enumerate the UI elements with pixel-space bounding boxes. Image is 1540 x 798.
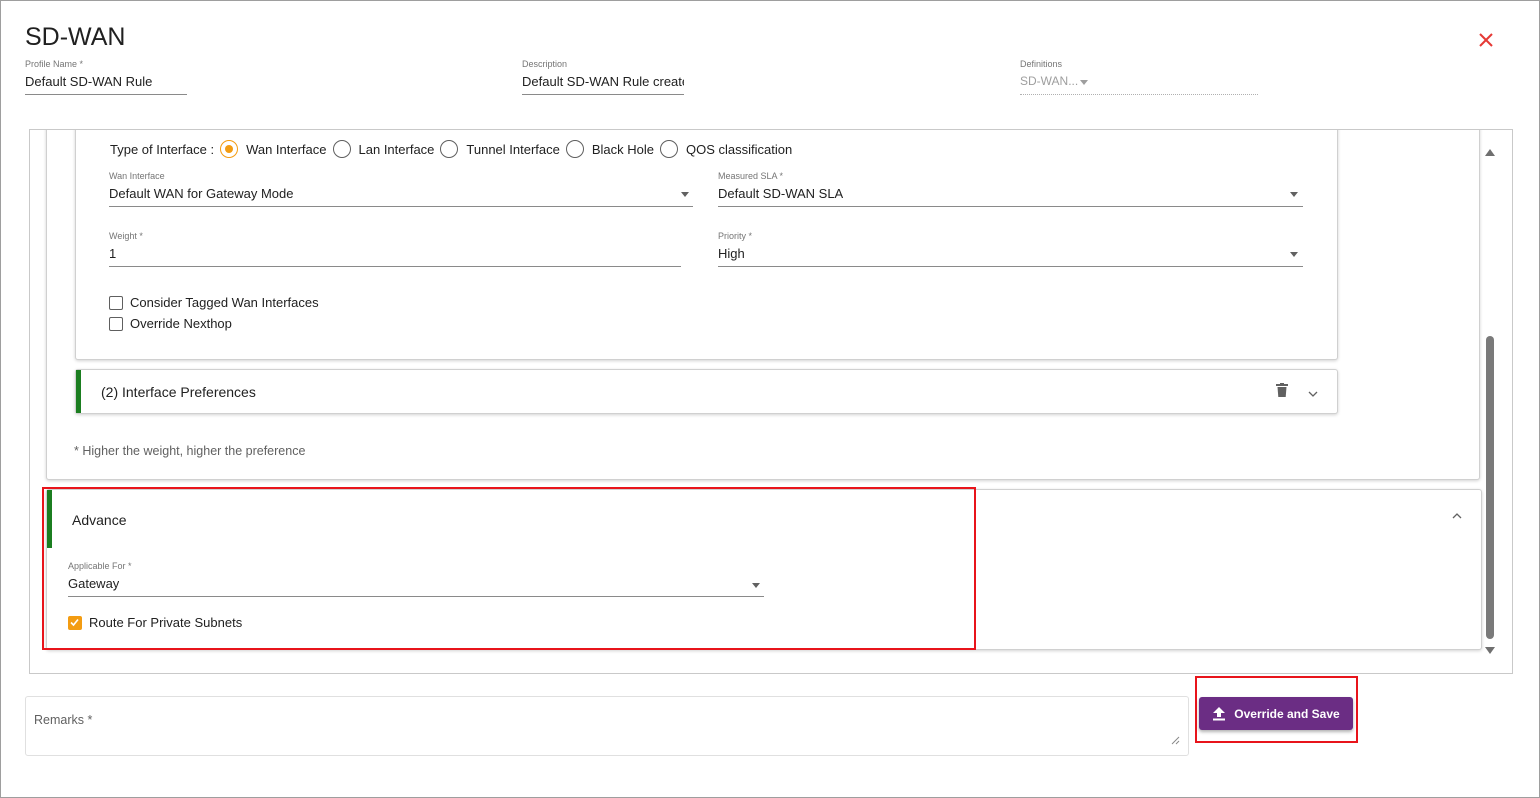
- profile-name-label: Profile Name *: [25, 59, 84, 69]
- interface-preferences-section: Type of Interface : Wan Interface Lan In…: [46, 130, 1480, 480]
- sdwan-dialog: SD-WAN Profile Name * Default SD-WAN Rul…: [0, 0, 1540, 798]
- override-nexthop-label: Override Nexthop: [130, 316, 232, 331]
- route-private-subnets-checkbox[interactable]: [68, 616, 82, 630]
- override-and-save-button[interactable]: Override and Save: [1199, 697, 1353, 730]
- weight-underline: [109, 266, 681, 267]
- consider-tagged-checkbox[interactable]: [109, 296, 123, 310]
- definitions-label: Definitions: [1020, 59, 1063, 69]
- radio-black-hole[interactable]: Black Hole: [565, 140, 655, 158]
- priority-label: Priority *: [718, 231, 753, 241]
- definitions-underline: [1020, 94, 1258, 95]
- priority-underline: [718, 266, 1303, 267]
- wan-interface-label: Wan Interface: [109, 171, 165, 181]
- radio-black-hole-label: Black Hole: [591, 141, 655, 157]
- remarks-label: Remarks *: [34, 713, 93, 727]
- remarks-textarea[interactable]: Remarks *: [25, 696, 1189, 756]
- section-indicator: [47, 490, 52, 548]
- scroll-down-arrow-icon[interactable]: [1485, 647, 1495, 654]
- trash-icon[interactable]: [1276, 383, 1288, 397]
- radio-wan-interface-label: Wan Interface: [246, 141, 327, 157]
- radio-unchecked-icon: [660, 140, 679, 158]
- rule-scroll-panel[interactable]: Type of Interface : Wan Interface Lan In…: [29, 129, 1513, 674]
- interface-preference-2-card[interactable]: (2) Interface Preferences: [75, 369, 1338, 414]
- weight-input[interactable]: 1: [109, 246, 116, 261]
- measured-sla-select[interactable]: Default SD-WAN SLA: [718, 186, 843, 201]
- applicable-for-label: Applicable For *: [68, 561, 132, 571]
- weight-label: Weight *: [109, 231, 143, 241]
- scrollbar-thumb[interactable]: [1486, 336, 1494, 639]
- override-nexthop-checkbox[interactable]: [109, 317, 123, 331]
- radio-checked-icon: [220, 140, 239, 158]
- route-private-subnets-label: Route For Private Subnets: [89, 615, 243, 630]
- interface-preference-1-card: Type of Interface : Wan Interface Lan In…: [75, 130, 1338, 360]
- radio-lan-interface-label: Lan Interface: [358, 141, 435, 157]
- radio-wan-interface[interactable]: Wan Interface: [220, 140, 327, 158]
- radio-unchecked-icon: [565, 140, 584, 158]
- profile-name-input[interactable]: Default SD-WAN Rule: [25, 74, 185, 89]
- scroll-up-arrow-icon[interactable]: [1485, 149, 1495, 156]
- checkmark-icon: [70, 618, 79, 627]
- interface-preference-2-title: (2) Interface Preferences: [101, 384, 256, 400]
- priority-caret-icon: [1290, 252, 1298, 257]
- radio-tunnel-interface-label: Tunnel Interface: [466, 141, 560, 157]
- upload-icon: [1213, 707, 1226, 721]
- close-icon[interactable]: [1475, 29, 1497, 51]
- description-underline: [522, 94, 684, 95]
- interface-type-group: Type of Interface : Wan Interface Lan In…: [110, 140, 798, 158]
- interface-type-label: Type of Interface :: [110, 141, 215, 157]
- applicable-for-underline: [68, 596, 764, 597]
- description-label: Description: [522, 59, 568, 69]
- measured-sla-underline: [718, 206, 1303, 207]
- profile-name-underline: [25, 94, 187, 95]
- wan-interface-underline: [109, 206, 693, 207]
- section-indicator: [76, 370, 81, 413]
- resize-grip-icon[interactable]: [1171, 736, 1180, 745]
- radio-unchecked-icon: [332, 140, 351, 158]
- advance-section: Advance Applicable For * Gateway Route F…: [46, 489, 1482, 650]
- applicable-for-caret-icon: [752, 583, 760, 588]
- consider-tagged-label: Consider Tagged Wan Interfaces: [130, 295, 319, 310]
- weight-hint: * Higher the weight, higher the preferen…: [74, 444, 306, 458]
- radio-unchecked-icon: [440, 140, 459, 158]
- definitions-caret-icon: [1080, 80, 1088, 85]
- definitions-select[interactable]: SD-WAN...: [1020, 74, 1078, 88]
- measured-sla-label: Measured SLA *: [718, 171, 784, 181]
- dialog-title: SD-WAN: [25, 23, 126, 51]
- chevron-up-icon[interactable]: [1451, 512, 1463, 520]
- chevron-down-icon[interactable]: [1307, 390, 1319, 398]
- radio-qos-classification[interactable]: QOS classification: [660, 140, 792, 158]
- override-and-save-label: Override and Save: [1234, 706, 1340, 721]
- measured-sla-caret-icon: [1290, 192, 1298, 197]
- radio-tunnel-interface[interactable]: Tunnel Interface: [440, 140, 560, 158]
- radio-qos-classification-label: QOS classification: [686, 141, 793, 157]
- priority-select[interactable]: High: [718, 246, 745, 261]
- applicable-for-select[interactable]: Gateway: [68, 576, 119, 591]
- radio-lan-interface[interactable]: Lan Interface: [332, 140, 435, 158]
- advance-title: Advance: [72, 512, 127, 528]
- description-input[interactable]: Default SD-WAN Rule created: [522, 74, 684, 89]
- wan-interface-select[interactable]: Default WAN for Gateway Mode: [109, 186, 293, 201]
- wan-interface-caret-icon: [681, 192, 689, 197]
